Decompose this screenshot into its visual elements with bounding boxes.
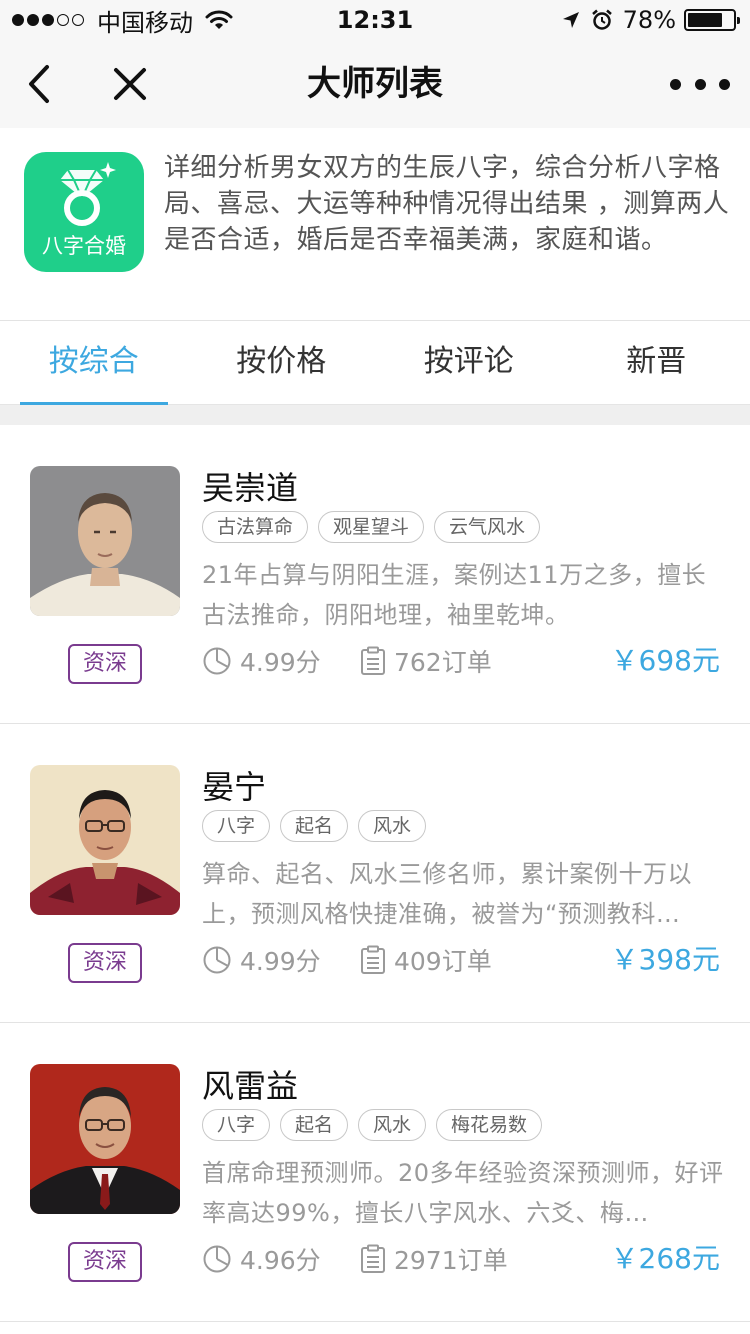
clipboard-icon bbox=[361, 646, 385, 675]
rating-value: 4.99分 bbox=[240, 648, 321, 677]
diamond-ring-icon bbox=[60, 162, 116, 226]
master-name: 风雷益 bbox=[202, 1067, 299, 1105]
avatar[interactable] bbox=[30, 466, 180, 616]
skill-tag: 起名 bbox=[280, 810, 349, 842]
clipboard-icon bbox=[361, 945, 385, 974]
skill-tag: 云气风水 bbox=[434, 511, 541, 543]
location-arrow-icon bbox=[562, 12, 579, 28]
service-description: 详细分析男女双方的生辰八字，综合分析八字格局、喜忌、大运等种种情况得出结果 ，测… bbox=[164, 153, 730, 255]
avatar[interactable] bbox=[30, 765, 180, 915]
skill-tag: 风水 bbox=[358, 1109, 427, 1141]
master-name: 晏宁 bbox=[202, 768, 267, 806]
pie-chart-icon bbox=[203, 647, 231, 675]
orders-value: 409订单 bbox=[394, 947, 492, 976]
section-divider bbox=[0, 405, 750, 425]
nav-bar: 大师列表 bbox=[0, 40, 750, 128]
pie-chart-icon bbox=[203, 946, 231, 974]
more-dot-icon bbox=[719, 78, 730, 90]
skill-tag: 风水 bbox=[358, 810, 427, 842]
master-description: 首席命理预测师。20多年经验资深预测师，好评率高达99%，擅长八字风水、六爻、梅… bbox=[202, 1159, 724, 1227]
orders-value: 2971订单 bbox=[394, 1246, 508, 1275]
master-card[interactable]: 资深 风雷益 八字 起名 风水 梅花易数 首席命理预测师。20多年经验资深预测师… bbox=[0, 1023, 750, 1322]
page-title: 大师列表 bbox=[307, 64, 443, 104]
master-list: 资深 吴崇道 古法算命 观星望斗 云气风水 21年占算与阴阳生涯，案例达11万之… bbox=[0, 425, 750, 1322]
more-dot-icon bbox=[670, 78, 681, 90]
tag-list: 八字 起名 风水 bbox=[202, 810, 436, 842]
skill-tag: 观星望斗 bbox=[318, 511, 425, 543]
skill-tag: 八字 bbox=[202, 1109, 271, 1141]
more-dot-icon bbox=[694, 78, 706, 90]
master-description: 21年占算与阴阳生涯，案例达11万之多，擅长古法推命，阴阳地理，袖里乾坤。 bbox=[202, 561, 707, 629]
price: ￥398元 bbox=[610, 943, 720, 976]
orders-stat: 409订单 bbox=[360, 942, 492, 978]
orders-stat: 2971订单 bbox=[360, 1241, 508, 1277]
alarm-clock-icon bbox=[591, 9, 612, 30]
close-button[interactable] bbox=[108, 60, 152, 108]
app-icon-label: 八字合婚 bbox=[42, 234, 126, 258]
tag-list: 八字 起名 风水 梅花易数 bbox=[202, 1109, 552, 1141]
status-bar: 中国移动 12:31 78% bbox=[0, 0, 750, 40]
master-description: 算命、起名、风水三修名师，累计案例十万以上，预测风格快捷准确，被誉为“预测教科… bbox=[202, 860, 692, 928]
service-intro: 八字合婚 详细分析男女双方的生辰八字，综合分析八字格局、喜忌、大运等种种情况得出… bbox=[0, 128, 750, 321]
orders-stat: 762订单 bbox=[360, 643, 492, 679]
rating-stat: 4.99分 bbox=[202, 942, 360, 978]
chevron-left-icon bbox=[29, 65, 49, 103]
master-card[interactable]: 资深 晏宁 八字 起名 风水 算命、起名、风水三修名师，累计案例十万以上，预测风… bbox=[0, 724, 750, 1023]
skill-tag: 起名 bbox=[280, 1109, 349, 1141]
tab-reviews[interactable]: 按评论 bbox=[375, 321, 563, 405]
rating-stat: 4.99分 bbox=[202, 643, 360, 679]
master-card[interactable]: 资深 吴崇道 古法算命 观星望斗 云气风水 21年占算与阴阳生涯，案例达11万之… bbox=[0, 425, 750, 724]
back-button[interactable] bbox=[16, 60, 60, 108]
tag-list: 古法算命 观星望斗 云气风水 bbox=[202, 511, 550, 543]
rating-value: 4.96分 bbox=[240, 1246, 321, 1275]
master-name: 吴崇道 bbox=[202, 469, 299, 507]
sort-tabs: 按综合 按价格 按评论 新晋 bbox=[0, 321, 750, 405]
senior-badge: 资深 bbox=[68, 644, 142, 684]
tab-price[interactable]: 按价格 bbox=[188, 321, 376, 405]
more-button[interactable] bbox=[670, 60, 730, 108]
rating-stat: 4.96分 bbox=[202, 1241, 360, 1277]
close-icon bbox=[114, 68, 146, 100]
avatar[interactable] bbox=[30, 1064, 180, 1214]
status-right: 78% bbox=[561, 6, 740, 34]
tab-newcomers[interactable]: 新晋 bbox=[563, 321, 750, 405]
battery-percent: 78% bbox=[622, 6, 676, 34]
app-icon: 八字合婚 bbox=[24, 152, 144, 272]
senior-badge: 资深 bbox=[68, 1242, 142, 1282]
price: ￥698元 bbox=[610, 644, 720, 677]
orders-value: 762订单 bbox=[394, 648, 492, 677]
skill-tag: 八字 bbox=[202, 810, 271, 842]
price: ￥268元 bbox=[610, 1242, 720, 1275]
battery-level bbox=[688, 13, 723, 27]
tab-comprehensive[interactable]: 按综合 bbox=[0, 321, 188, 405]
clipboard-icon bbox=[361, 1244, 385, 1273]
rating-value: 4.99分 bbox=[240, 947, 321, 976]
skill-tag: 古法算命 bbox=[202, 511, 309, 543]
skill-tag: 梅花易数 bbox=[436, 1109, 543, 1141]
pie-chart-icon bbox=[203, 1245, 231, 1273]
battery-icon bbox=[684, 9, 740, 31]
senior-badge: 资深 bbox=[68, 943, 142, 983]
